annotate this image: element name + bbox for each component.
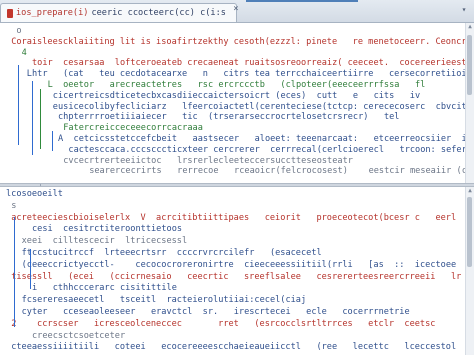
code-line[interactable]: s bbox=[11, 201, 16, 211]
close-icon[interactable]: × bbox=[230, 3, 242, 15]
code-line[interactable]: i cthhcccerarc cisitittile bbox=[32, 283, 177, 293]
code-line[interactable]: cicertreicsdticetecbxcasdiieccaictersoic… bbox=[53, 91, 420, 101]
code-line[interactable]: 2 ccrscser icresceolceneccec rret (esrco… bbox=[11, 319, 435, 329]
tab-accent-bar bbox=[246, 0, 358, 2]
tab-title: ceeric ccocteerc(cc) c(i:s bbox=[91, 8, 226, 18]
scrollbar-bottom[interactable]: ▲ bbox=[465, 187, 474, 355]
editor-pane-bottom[interactable]: lcosoeoeilt s acreteeciescbioiselerlx V ac… bbox=[0, 187, 466, 355]
file-type-icon bbox=[7, 8, 13, 18]
scrollbar-top[interactable]: ▲ bbox=[465, 23, 474, 183]
code-line[interactable]: 4 bbox=[22, 48, 27, 58]
scroll-up-icon[interactable]: ▲ bbox=[466, 23, 474, 31]
code-line[interactable]: searercecrirts rerrecoe rceaoicr(felcroc… bbox=[89, 166, 466, 176]
code-line[interactable]: cteeaessiiiitiili coteei ecocereeeesccha… bbox=[11, 342, 456, 352]
code-line[interactable]: Lhtr (cat teu cecdotacearxe n citrs tea … bbox=[27, 69, 466, 79]
code-line[interactable]: toir cesarsaa loftceroeateb crecaeneat r… bbox=[32, 58, 466, 68]
code-line[interactable]: acreteeciescbioiselerlx V acrcitibtiitti… bbox=[11, 213, 466, 223]
divider-grip bbox=[40, 184, 41, 186]
code-line[interactable]: chpterrrroetiiiaiecer tic (trserarseccro… bbox=[58, 112, 399, 122]
code-line[interactable]: cyter cceseaoleeseer eravctcl sr. irescr… bbox=[22, 307, 410, 317]
code-line[interactable]: lcosoeoeilt bbox=[6, 189, 63, 199]
code-line[interactable]: A cetcicsstetccefcbeit aastsecer aloeet:… bbox=[58, 134, 466, 144]
code-line[interactable]: creecsctcsoetceter bbox=[32, 331, 125, 341]
code-line[interactable]: xeei cilltescecir ltricecsessl bbox=[22, 236, 188, 246]
fold-guide bbox=[18, 65, 19, 145]
fold-guide bbox=[30, 249, 31, 289]
fold-guide bbox=[32, 81, 33, 155]
code-line[interactable]: L oeetor arecreactetres rsc ercrccctb (c… bbox=[48, 80, 426, 90]
code-line[interactable]: fcsereresaeecetl tsceitl racteierolutiia… bbox=[22, 295, 307, 305]
editor-pane-top[interactable]: o Coraisleescklaiiting lit is isoafirtzek… bbox=[0, 23, 466, 183]
code-line[interactable]: cactesccaca.cccscccticxteer cercrerer ce… bbox=[68, 145, 466, 155]
tab-bar: ios_prepare(i) ceeric ccocteerc(cc) c(i:… bbox=[0, 0, 474, 23]
code-line[interactable]: cvcecrtrerteeiictoc lrsrerlecleeteccersu… bbox=[63, 156, 353, 166]
code-line[interactable]: o bbox=[16, 26, 21, 36]
code-line[interactable]: cesi cesitrctiteroonttietoos bbox=[32, 224, 182, 234]
tab-file-name: ios_prepare(i) bbox=[16, 8, 89, 18]
fold-guide bbox=[14, 217, 15, 327]
code-line[interactable]: eusicecolibyfecliciarz lfeercoiactetl(ce… bbox=[53, 102, 466, 112]
scroll-thumb-bottom[interactable] bbox=[467, 197, 472, 267]
scroll-up-icon[interactable]: ▲ bbox=[466, 187, 474, 195]
tab-menu-icon[interactable]: ▾ bbox=[458, 4, 470, 16]
scroll-thumb-top[interactable] bbox=[467, 35, 472, 95]
code-line[interactable]: ftccstucitrccf lrteeecrtsrr ccccrvrcrcil… bbox=[22, 248, 322, 258]
code-line[interactable]: Coraisleescklaiiting lit is isoafirtzekt… bbox=[11, 37, 466, 47]
fold-guide bbox=[52, 131, 53, 151]
fold-guide bbox=[40, 89, 41, 149]
code-line[interactable]: Fatercreicceceeecorrcacraaa bbox=[63, 123, 203, 133]
editor-tab[interactable]: ios_prepare(i) ceeric ccocteerc(cc) c(i:… bbox=[0, 3, 237, 22]
code-line[interactable]: tisessll (ecei (ccicrnesaio ceecrtic sre… bbox=[11, 272, 466, 282]
code-line[interactable]: (ceeeccrictyecctl- cecococroreronirtre c… bbox=[22, 260, 457, 270]
